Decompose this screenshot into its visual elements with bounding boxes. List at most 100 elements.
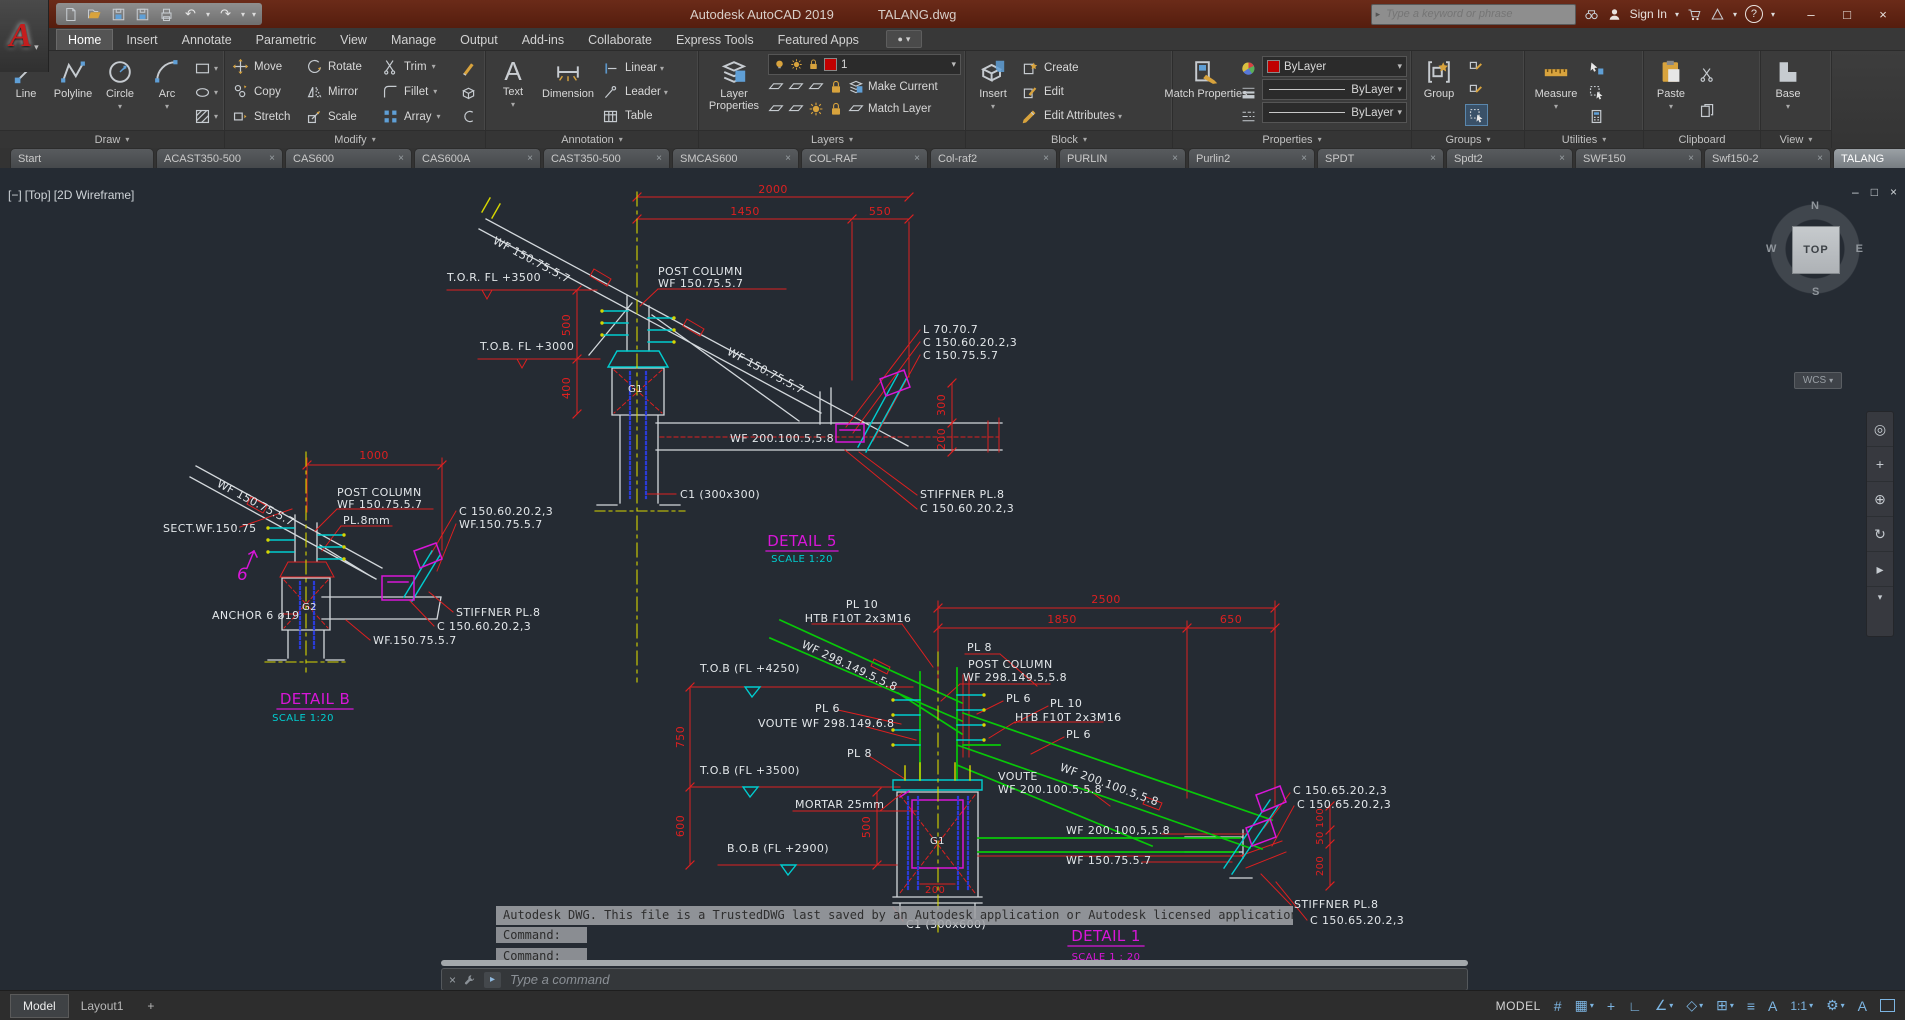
help-search-box[interactable]: ▸ — [1371, 4, 1576, 25]
close-tab-icon[interactable]: × — [1430, 153, 1436, 164]
panel-label-properties[interactable]: Properties▾ — [1173, 130, 1411, 148]
showmotion-icon[interactable]: ▸ — [1867, 552, 1893, 587]
zoom-icon[interactable]: ⊕ — [1867, 482, 1893, 517]
panel-label-utilities[interactable]: Utilities▾ — [1525, 130, 1643, 148]
save-button[interactable] — [110, 6, 127, 23]
dimension-button[interactable]: Dimension — [539, 54, 597, 130]
tab-annotate[interactable]: Annotate — [171, 30, 243, 50]
quick-calculator-button[interactable] — [1586, 106, 1607, 126]
viewport-minimize-control[interactable]: [−] — [8, 188, 22, 202]
edit-block-button[interactable]: Edit — [1019, 82, 1168, 102]
paste-button[interactable]: Paste▾ — [1648, 54, 1694, 130]
tab-home[interactable]: Home — [56, 29, 113, 50]
command-close-icon[interactable]: × — [449, 973, 456, 987]
quick-select-button[interactable] — [1586, 58, 1607, 78]
undo-caret[interactable]: ▾ — [206, 10, 210, 19]
mirror-button[interactable]: Mirror — [303, 83, 379, 100]
layout1-tab[interactable]: Layout1 — [69, 995, 136, 1017]
copy-clip-button[interactable] — [1697, 100, 1718, 120]
select-similar-button[interactable] — [1586, 82, 1607, 102]
match-layer-button[interactable]: Match Layer — [868, 103, 931, 115]
new-file-button[interactable] — [62, 6, 79, 23]
save-as-button[interactable] — [134, 6, 151, 23]
tab-addins[interactable]: Add-ins — [511, 30, 575, 50]
layer-unlock-icon[interactable] — [828, 101, 844, 117]
pan-icon[interactable]: + — [1867, 447, 1893, 482]
wcs-menu[interactable]: WCS▾ — [1794, 372, 1842, 389]
layer-freeze-icon[interactable] — [808, 79, 824, 95]
annotation-visibility-icon[interactable]: A — [1768, 998, 1777, 1014]
tab-featured-apps[interactable]: Featured Apps — [767, 30, 870, 50]
viewcube-north[interactable]: N — [1811, 200, 1819, 212]
recent-commands-icon[interactable]: ▸ — [484, 972, 501, 988]
viewcube-east[interactable]: E — [1856, 243, 1863, 255]
trim-button[interactable]: Trim▾ — [379, 58, 455, 75]
close-tab-icon[interactable]: × — [656, 153, 662, 164]
group-button[interactable]: Group — [1416, 54, 1462, 130]
open-file-button[interactable] — [86, 6, 103, 23]
maximize-button[interactable]: □ — [1829, 1, 1865, 27]
edit-attributes-button[interactable]: Edit Attributes▾ — [1019, 106, 1168, 126]
undo-button[interactable]: ↶ — [182, 6, 199, 23]
leader-button[interactable]: Leader▾ — [600, 82, 688, 102]
sign-in-caret[interactable]: ▾ — [1675, 10, 1679, 19]
viewport-view-control[interactable]: [Top] — [25, 188, 51, 202]
cut-button[interactable] — [1697, 64, 1718, 84]
model-tab[interactable]: Model — [10, 994, 69, 1018]
file-tab-start[interactable]: Start — [10, 148, 154, 168]
close-tab-icon[interactable]: × — [1301, 153, 1307, 164]
annotation-monitor-icon[interactable]: A — [1858, 998, 1867, 1014]
share-caret[interactable]: ▾ — [1733, 10, 1737, 19]
new-layout-button[interactable]: + — [135, 995, 166, 1017]
table-button[interactable]: Table — [600, 106, 688, 126]
ellipse-button[interactable]: ▾ — [192, 82, 220, 102]
polyline-button[interactable]: Polyline — [51, 54, 95, 130]
measure-button[interactable]: Measure▾ — [1529, 54, 1583, 130]
rotate-button[interactable]: Rotate — [303, 58, 379, 75]
file-tab[interactable]: Col-raf2× — [930, 148, 1057, 168]
tab-collaborate[interactable]: Collaborate — [577, 30, 663, 50]
close-tab-icon[interactable]: × — [1043, 153, 1049, 164]
tab-parametric[interactable]: Parametric — [245, 30, 327, 50]
qat-customize-caret[interactable]: ▾ — [252, 10, 256, 19]
explode-button[interactable] — [458, 82, 479, 102]
insert-button[interactable]: Insert▾ — [970, 54, 1016, 130]
application-menu-button[interactable]: A ▾ — [0, 0, 49, 72]
model-space-button[interactable]: MODEL — [1496, 999, 1541, 1013]
stretch-button[interactable]: Stretch — [229, 108, 303, 125]
close-tab-icon[interactable]: × — [269, 153, 275, 164]
file-tab[interactable]: Swf150-2× — [1704, 148, 1831, 168]
close-tab-icon[interactable]: × — [1559, 153, 1565, 164]
file-tab[interactable]: SMCAS600× — [672, 148, 799, 168]
layer-unisolate-icon[interactable] — [788, 101, 804, 117]
close-tab-icon[interactable]: × — [785, 153, 791, 164]
layer-off-icon[interactable] — [768, 79, 784, 95]
file-tab-active[interactable]: TALANG× — [1833, 148, 1905, 168]
panel-label-view[interactable]: View▾ — [1761, 130, 1831, 148]
group-edit-button[interactable] — [1465, 81, 1488, 101]
file-tab[interactable]: SWF150× — [1575, 148, 1702, 168]
viewcube[interactable]: N W E S TOP — [1768, 202, 1862, 296]
file-tab[interactable]: SPDT× — [1317, 148, 1444, 168]
command-window-grip[interactable] — [441, 960, 1468, 966]
tab-output[interactable]: Output — [449, 30, 509, 50]
rectangle-button[interactable]: ▾ — [192, 58, 220, 78]
search-icon[interactable] — [1584, 7, 1599, 22]
erase-button[interactable] — [458, 58, 479, 78]
linetype-list-icon[interactable] — [1238, 106, 1259, 126]
panel-label-block[interactable]: Block▾ — [966, 130, 1172, 148]
file-tab[interactable]: CAS600× — [285, 148, 412, 168]
file-tab[interactable]: PURLIN× — [1059, 148, 1186, 168]
viewcube-south[interactable]: S — [1812, 286, 1819, 298]
file-tab[interactable]: Spdt2× — [1446, 148, 1573, 168]
fillet-button[interactable]: Fillet▾ — [379, 83, 455, 100]
close-tab-icon[interactable]: × — [527, 153, 533, 164]
ortho-icon[interactable]: ∟ — [1628, 998, 1642, 1014]
color-wheel-icon[interactable] — [1238, 58, 1259, 78]
group-selection-toggle[interactable] — [1465, 104, 1488, 126]
match-layer-icon[interactable] — [848, 101, 864, 117]
model-space-viewport[interactable]: 2000 1450 550 500 400 300 200 WF 150.75.… — [0, 168, 1905, 990]
arc-caret[interactable]: ▾ — [165, 102, 169, 111]
close-tab-icon[interactable]: × — [914, 153, 920, 164]
panel-label-groups[interactable]: Groups▾ — [1412, 130, 1524, 148]
